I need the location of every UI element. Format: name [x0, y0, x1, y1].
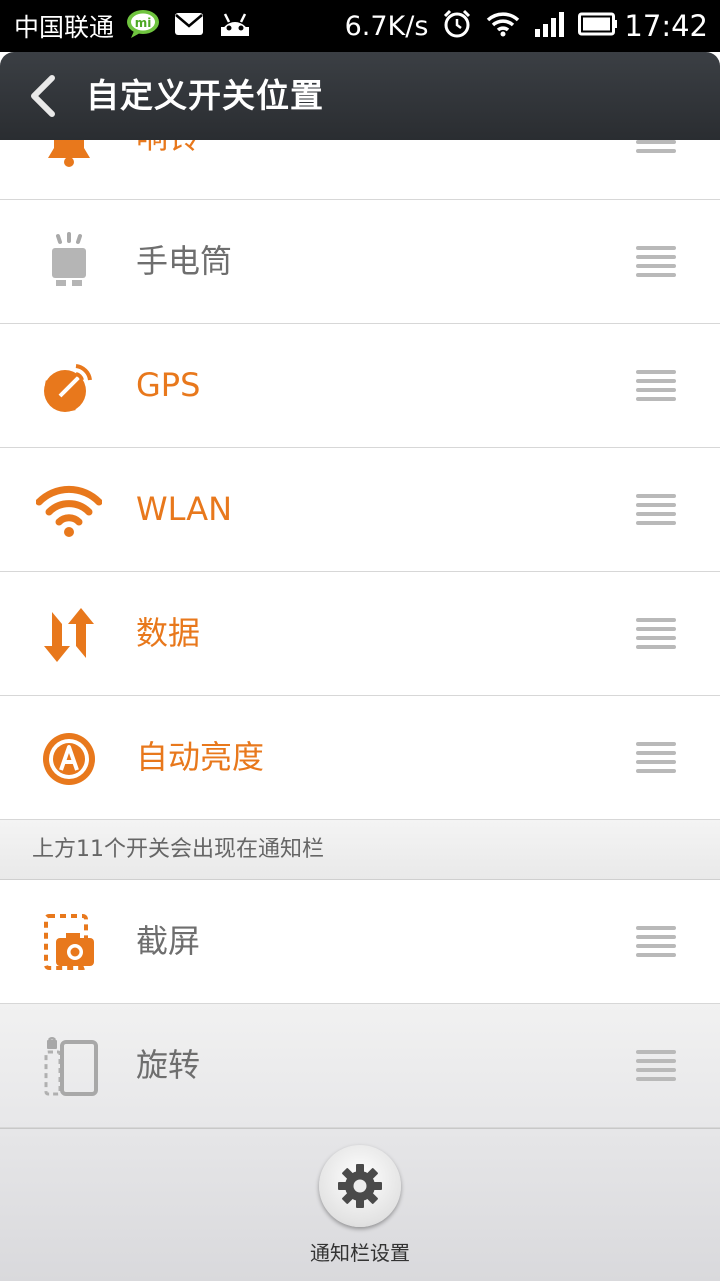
- battery-icon: [578, 12, 618, 40]
- list-item-label: 自动亮度: [136, 738, 265, 776]
- list-item-flashlight[interactable]: 手电筒: [0, 200, 720, 324]
- svg-text:mi: mi: [135, 16, 152, 30]
- list-item-label: GPS: [136, 366, 201, 404]
- title-bar: 自定义开关位置: [0, 52, 720, 140]
- chevron-left-icon: [31, 75, 55, 117]
- list-item-auto-brightness[interactable]: 自动亮度: [0, 696, 720, 820]
- mail-icon: [174, 12, 204, 40]
- list-item-label: 数据: [136, 614, 201, 652]
- drag-handle[interactable]: [636, 926, 676, 958]
- list-item-label: 旋转: [136, 1046, 201, 1084]
- screenshot-icon: [36, 910, 102, 976]
- alarm-icon: [442, 9, 472, 43]
- flashlight-icon: [36, 230, 102, 296]
- list-item-data[interactable]: 数据: [0, 572, 720, 696]
- wlan-icon: [35, 478, 103, 544]
- drag-handle[interactable]: [636, 246, 676, 278]
- drag-handle[interactable]: [636, 494, 676, 526]
- status-bar: 中国联通 mi 6.7K/s 17:42: [0, 0, 720, 52]
- mi-chat-icon: mi: [126, 9, 160, 43]
- section-divider: 上方11个开关会出现在通知栏: [0, 820, 720, 880]
- drag-handle[interactable]: [636, 742, 676, 774]
- notification-settings-label: 通知栏设置: [310, 1241, 410, 1265]
- carrier-name: 中国联通: [14, 13, 115, 42]
- section-note: 上方11个开关会出现在通知栏: [32, 837, 324, 862]
- list-item-label: 手电筒: [136, 242, 233, 280]
- gear-icon: [338, 1164, 382, 1208]
- gps-icon: [36, 354, 102, 420]
- wifi-icon: [486, 11, 520, 41]
- page-title: 自定义开关位置: [86, 76, 324, 115]
- list-item-gps[interactable]: GPS: [0, 324, 720, 448]
- rotate-lock-icon: [36, 1034, 102, 1100]
- android-icon: [218, 11, 252, 41]
- list-item-screenshot[interactable]: 截屏: [0, 880, 720, 1004]
- drag-handle[interactable]: [636, 370, 676, 402]
- list-item-rotate[interactable]: 旋转: [0, 1004, 720, 1128]
- auto-brightness-icon: [36, 726, 102, 792]
- data-icon: [36, 602, 102, 668]
- bottom-bar: 通知栏设置: [0, 1128, 720, 1281]
- list-item-wlan[interactable]: WLAN: [0, 448, 720, 572]
- drag-handle[interactable]: [636, 1050, 676, 1082]
- drag-handle[interactable]: [636, 618, 676, 650]
- signal-icon: [534, 11, 565, 41]
- list-item-label: WLAN: [136, 490, 233, 528]
- notification-settings-button[interactable]: [319, 1145, 401, 1227]
- back-button[interactable]: [26, 74, 60, 118]
- list-item-label: 截屏: [136, 922, 201, 960]
- clock: 17:42: [624, 9, 708, 43]
- network-speed: 6.7K/s: [344, 10, 429, 42]
